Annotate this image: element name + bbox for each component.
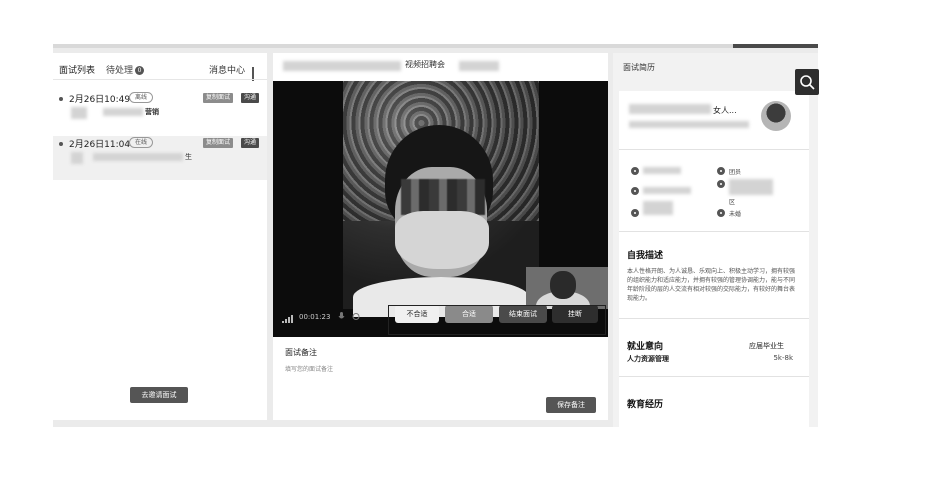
signal-icon [282, 315, 296, 323]
redacted-block [643, 201, 673, 215]
microphone-icon[interactable] [338, 312, 345, 321]
tab-pending[interactable]: 待处理 0 [106, 63, 145, 76]
redacted-block [629, 121, 749, 128]
left-tabs: 面试列表 待处理 0 消息中心 [59, 61, 259, 81]
message-center-link[interactable]: 消息中心 [209, 63, 245, 76]
marital-status: 未婚 [729, 211, 742, 218]
self-video-thumbnail[interactable] [526, 267, 608, 309]
divider [619, 149, 809, 150]
bullet-dot [59, 142, 63, 146]
redacted-block [283, 61, 401, 71]
top-divider-accent [733, 44, 818, 48]
status-badge: 在线 [129, 137, 154, 148]
app-window: 面试列表 待处理 0 消息中心 2月26日10:49 离线 复制面试 沟通 营销 … [53, 44, 818, 427]
address-district: 区 [729, 199, 736, 206]
video-panel: 视频招聘会 00:01:23 不合适 合适 结束面试 挂断 面试备注 填写您的面… [273, 53, 608, 420]
redacted-block [459, 61, 499, 71]
divider [53, 79, 267, 80]
video-panel-header: 视频招聘会 [273, 53, 608, 81]
graduate-label: 应届毕业生 [749, 342, 784, 350]
email-icon [631, 209, 639, 217]
resume-panel: 面试简历 女人... 团员 区 未婚 自我描述 本人性格开朗、为人诚恳、乐观向上… [613, 53, 818, 427]
resume-header: 面试简历 [613, 53, 818, 81]
political-status: 团员 [729, 169, 742, 176]
candidate-video [343, 81, 539, 317]
avatar [761, 101, 791, 131]
redacted-block [93, 153, 183, 161]
job-role: 人力资源管理 5k-8k [627, 354, 799, 364]
search-icon [800, 75, 815, 90]
salary: 5k-8k [773, 354, 793, 362]
interview-item[interactable]: 2月26日10:49 离线 复制面试 沟通 营销 [53, 91, 267, 135]
redacted-block [103, 108, 143, 116]
divider [619, 318, 809, 319]
controls-outline [388, 305, 606, 335]
video-stream[interactable]: 00:01:23 不合适 合适 结束面试 挂断 [273, 81, 608, 337]
face-mask [395, 211, 489, 269]
divider [619, 376, 809, 377]
politics-icon [717, 167, 725, 175]
redacted-block [729, 179, 773, 195]
interview-position: 生 [185, 153, 192, 161]
bullet-dot [59, 97, 63, 101]
volume-icon[interactable] [352, 312, 360, 321]
interview-time: 2月26日11:04 [69, 140, 131, 150]
save-memo-button[interactable]: 保存备注 [546, 397, 596, 413]
interview-list-panel: 面试列表 待处理 0 消息中心 2月26日10:49 离线 复制面试 沟通 营销 … [53, 53, 267, 420]
chat-button[interactable]: 沟通 [241, 93, 260, 103]
job-role-label: 人力资源管理 [627, 355, 669, 363]
self-description-title: 自我描述 [627, 251, 664, 261]
top-divider [53, 44, 818, 48]
copy-interview-button[interactable]: 复制面试 [203, 93, 234, 103]
job-intent-title: 就业意向 [627, 342, 664, 352]
memo-title: 面试备注 [285, 348, 317, 357]
interview-position: 营销 [145, 108, 159, 116]
pip-head [550, 271, 576, 299]
pixelated-eyes [401, 179, 485, 215]
panel-title: 视频招聘会 [405, 60, 445, 69]
location-icon [631, 167, 639, 175]
tab-interview-list[interactable]: 面试列表 [59, 63, 96, 80]
memo-section: 面试备注 填写您的面试备注 保存备注 [273, 337, 608, 420]
candidate-name: 女人... [713, 106, 737, 115]
interview-time: 2月26日10:49 [69, 95, 131, 105]
education-title: 教育经历 [627, 400, 664, 410]
panel-title: 面试简历 [623, 63, 655, 72]
marital-icon [717, 209, 725, 217]
redacted-block [643, 167, 681, 174]
invite-interview-button[interactable]: 去邀请面试 [130, 387, 188, 403]
chat-button[interactable]: 沟通 [241, 138, 260, 148]
pending-count-badge: 0 [135, 66, 145, 75]
copy-interview-button[interactable]: 复制面试 [203, 138, 234, 148]
interview-item-selected[interactable]: 2月26日11:04 在线 复制面试 沟通 生 [53, 136, 267, 180]
self-description-text: 本人性格开朗、为人诚恳、乐观向上、积极主动学习，拥有较强的组织能力和适应能力，并… [627, 268, 796, 302]
address-icon [717, 180, 725, 188]
tab-pending-label: 待处理 [106, 66, 134, 76]
memo-input[interactable]: 填写您的面试备注 [285, 364, 333, 373]
phone-icon [631, 187, 639, 195]
resume-card: 女人... 团员 区 未婚 自我描述 本人性格开朗、为人诚恳、乐观向上、积极主动… [619, 91, 809, 427]
search-button[interactable] [795, 69, 819, 95]
redacted-block [71, 107, 87, 119]
call-timer: 00:01:23 [299, 313, 331, 321]
redacted-block [71, 152, 83, 164]
status-badge: 离线 [129, 92, 154, 103]
divider [619, 231, 809, 232]
redacted-block [643, 187, 691, 194]
redacted-block [629, 104, 711, 114]
